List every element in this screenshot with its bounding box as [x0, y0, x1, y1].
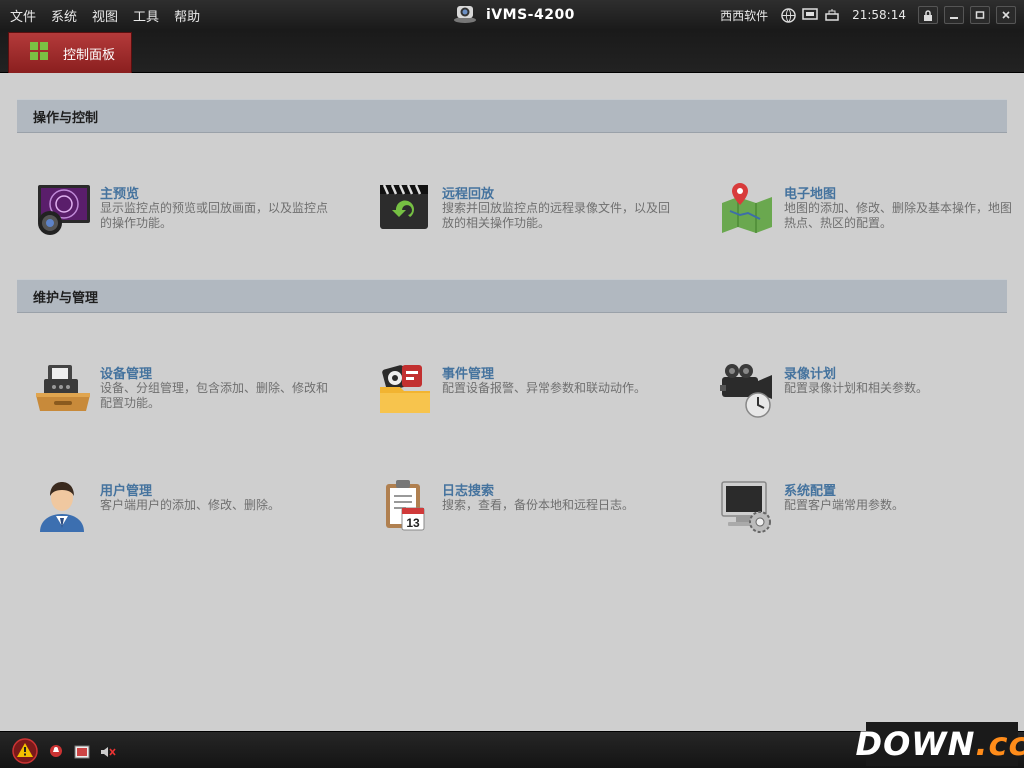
- item-desc: 地图的添加、修改、删除及基本操作，地图热点、热区的配置。: [784, 201, 1013, 230]
- tab-label: 控制面板: [63, 47, 116, 63]
- speaker-mute-icon[interactable]: [100, 744, 116, 763]
- item-desc: 设备、分组管理，包含添加、删除、修改和配置功能。: [100, 381, 329, 410]
- item-title: 系统配置: [784, 484, 837, 499]
- item-user-management[interactable]: 用户管理 客户端用户的添加、修改、删除。: [34, 478, 334, 548]
- section-title: 维护与管理: [33, 290, 99, 306]
- camera-logo-icon: [452, 2, 478, 28]
- minimize-button[interactable]: [944, 6, 964, 24]
- device-tray-icon: [34, 361, 94, 421]
- alarm-bell-icon[interactable]: [48, 743, 64, 763]
- globe-icon[interactable]: [780, 7, 796, 23]
- item-log-search[interactable]: 13 日志搜索 搜索，查看，备份本地和远程日志。: [376, 478, 676, 548]
- item-desc: 搜索并回放监控点的远程录像文件，以及回放的相关操作功能。: [442, 201, 671, 230]
- item-system-config[interactable]: 系统配置 配置客户端常用参数。: [718, 478, 1018, 548]
- item-desc: 配置录像计划和相关参数。: [784, 381, 929, 395]
- section-maintenance-management: 维护与管理: [17, 279, 1007, 313]
- item-title: 日志搜索: [442, 484, 495, 499]
- title-bar: 文件 系统 视图 工具 帮助 iVMS-4200 西西软件 21:58:14: [0, 0, 1024, 30]
- image-capture-icon[interactable]: [74, 744, 90, 763]
- item-desc: 搜索，查看，备份本地和远程日志。: [442, 498, 635, 512]
- item-title: 设备管理: [100, 367, 153, 382]
- item-emap[interactable]: 电子地图 地图的添加、修改、删除及基本操作，地图热点、热区的配置。: [718, 181, 1018, 251]
- clapperboard-icon: [376, 181, 436, 241]
- item-record-schedule[interactable]: 录像计划 配置录像计划和相关参数。: [718, 361, 1018, 431]
- item-desc: 配置客户端常用参数。: [784, 498, 905, 512]
- maximize-button[interactable]: [970, 6, 990, 24]
- calendar-day: 13: [406, 516, 420, 530]
- item-title: 远程回放: [442, 187, 495, 202]
- user-icon: [34, 478, 94, 538]
- menu-system[interactable]: 系统: [51, 6, 77, 25]
- event-folder-icon: [376, 361, 436, 421]
- item-device-management[interactable]: 设备管理 设备、分组管理，包含添加、删除、修改和配置功能。: [34, 361, 334, 431]
- watermark-main: DOWN: [855, 725, 976, 763]
- item-title: 录像计划: [784, 367, 837, 382]
- menu-file[interactable]: 文件: [10, 6, 36, 25]
- item-title: 用户管理: [100, 484, 153, 499]
- video-camera-clock-icon: [718, 361, 778, 421]
- system-tray: 西西软件 21:58:14: [720, 0, 1016, 30]
- log-clipboard-icon: 13: [376, 478, 436, 538]
- network-icon[interactable]: [824, 7, 840, 23]
- user-name[interactable]: 西西软件: [720, 7, 768, 24]
- tab-bar: 控制面板: [0, 30, 1024, 73]
- item-event-management[interactable]: 事件管理 配置设备报警、异常参数和联动动作。: [376, 361, 676, 431]
- grid-icon: [29, 41, 49, 65]
- menu-view[interactable]: 视图: [92, 6, 118, 25]
- site-watermark-logo: DOWN .cc: [856, 722, 1024, 766]
- app-title-area: iVMS-4200: [452, 0, 575, 30]
- section-operation-control: 操作与控制: [17, 99, 1007, 133]
- status-icons: [12, 738, 116, 768]
- item-remote-playback[interactable]: 远程回放 搜索并回放监控点的远程录像文件，以及回放的相关操作功能。: [376, 181, 676, 251]
- monitor-camera-icon: [34, 181, 94, 241]
- close-button[interactable]: [996, 6, 1016, 24]
- alarm-warning-icon[interactable]: [12, 738, 38, 768]
- item-title: 主预览: [100, 187, 140, 202]
- menu-bar: 文件 系统 视图 工具 帮助: [10, 0, 200, 30]
- map-pin-icon: [718, 181, 778, 241]
- menu-help[interactable]: 帮助: [174, 6, 200, 25]
- item-desc: 显示监控点的预览或回放画面，以及监控点的操作功能。: [100, 201, 329, 230]
- control-panel-content: 操作与控制 主预览 显示监控点的预览或回放画面，以及监控点的操作功能。 远程回放…: [0, 73, 1024, 731]
- watermark-suffix: .cc: [975, 725, 1024, 763]
- item-main-view[interactable]: 主预览 显示监控点的预览或回放画面，以及监控点的操作功能。: [34, 181, 334, 251]
- tab-control-panel[interactable]: 控制面板: [8, 32, 132, 73]
- app-title: iVMS-4200: [486, 7, 575, 23]
- item-desc: 配置设备报警、异常参数和联动动作。: [442, 381, 647, 395]
- item-title: 电子地图: [784, 187, 837, 202]
- monitor-icon[interactable]: [802, 7, 818, 23]
- section-title: 操作与控制: [33, 110, 99, 126]
- item-desc: 客户端用户的添加、修改、删除。: [100, 498, 281, 512]
- lock-button[interactable]: [918, 6, 938, 24]
- clock: 21:58:14: [852, 8, 906, 22]
- item-title: 事件管理: [442, 367, 495, 382]
- monitor-gear-icon: [718, 478, 778, 538]
- menu-tools[interactable]: 工具: [133, 6, 159, 25]
